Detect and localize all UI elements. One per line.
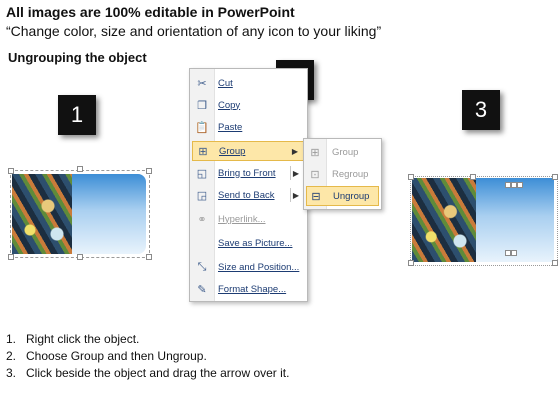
menu-item-format-shape[interactable]: ✎ Format Shape... [192,279,305,299]
paste-icon: 📋 [195,121,209,134]
menu-item-label: Format Shape... [218,283,287,295]
menu-item-size-and-position[interactable]: ⤡ Size and Position... [192,257,305,277]
format-shape-icon: ✎ [197,283,207,296]
menu-item-send-to-back[interactable]: ◲ Send to Back ▶ [192,185,305,205]
menu-item-label: Save as Picture... [218,237,293,249]
step-number: 3. [6,366,17,380]
step-text: Click beside the object and drag the arr… [26,366,290,380]
menu-item-copy[interactable]: ❐ Copy [192,95,305,115]
group-submenu: ⊞ Group ⊡ Regroup ⊟ Ungroup [303,138,382,210]
list-item: 3. Click beside the object and drag the … [6,365,289,382]
selection-handle[interactable] [77,254,83,260]
selection-handle[interactable] [470,174,476,180]
menu-item-bring-to-front[interactable]: ◱ Bring to Front ▶ [192,163,305,183]
selection-handle[interactable] [517,182,523,188]
menu-item-save-as-picture[interactable]: Save as Picture... [192,233,305,253]
send-to-back-icon: ◲ [196,189,208,202]
selection-handle[interactable] [146,168,152,174]
selection-box [10,170,150,258]
menu-item-label: Size and Position... [218,261,300,273]
step-number: 1. [6,332,17,346]
ungroup-icon: ⊟ [311,190,321,203]
submenu-arrow-icon[interactable]: ▶ [293,169,299,178]
menu-item-label: Paste [218,121,243,133]
list-item: 1. Right click the object. [6,331,289,348]
submenu-arrow-icon[interactable]: ▶ [293,191,299,200]
selection-handle[interactable] [552,174,558,180]
copy-icon: ❐ [197,99,207,112]
menu-item-paste[interactable]: 📋 Paste [192,117,305,137]
section-title: Ungrouping the object [8,50,147,65]
submenu-item-regroup[interactable]: ⊡ Regroup [306,164,379,184]
menu-item-label: Group [219,145,246,157]
subtitle: “Change color, size and orientation of a… [6,23,382,39]
step-badge-1: 1 [58,95,96,135]
submenu-item-label: Regroup [332,168,369,180]
headline: All images are 100% editable in PowerPoi… [6,4,295,20]
menu-item-hyperlink[interactable]: ⚭ Hyperlink... [192,209,305,229]
selection-handle[interactable] [511,250,517,256]
regroup-icon: ⊡ [310,168,320,181]
step-badge-3: 3 [462,90,500,130]
ungrouped-selection-box [410,176,558,266]
submenu-item-ungroup[interactable]: ⊟ Ungroup [306,186,379,206]
menu-item-cut[interactable]: ✂ Cut [192,73,305,93]
list-item: 2. Choose Group and then Ungroup. [6,348,289,365]
selection-handle[interactable] [552,260,558,266]
selection-handle[interactable] [8,168,14,174]
group-icon: ⊞ [310,146,320,159]
menu-item-label: Hyperlink... [218,213,266,225]
selection-handle[interactable] [8,254,14,260]
rotation-handle[interactable] [77,166,83,172]
step-text: Right click the object. [26,332,140,346]
step-number: 2. [6,349,17,363]
group-icon: ⊞ [198,145,208,158]
submenu-item-group[interactable]: ⊞ Group [306,142,379,162]
instruction-steps: 1. Right click the object. 2. Choose Gro… [6,331,289,382]
submenu-arrow-icon: ▶ [291,146,298,156]
bring-to-front-icon: ◱ [196,167,208,180]
selection-handle[interactable] [408,260,414,266]
menu-item-group[interactable]: ⊞ Group ▶ [192,141,305,161]
size-position-icon: ⤡ [197,260,207,273]
menu-item-label: Bring to Front [218,167,276,179]
selection-handle[interactable] [408,174,414,180]
scissors-icon: ✂ [197,77,207,90]
selection-handle[interactable] [146,254,152,260]
submenu-item-label: Group [332,146,359,158]
menu-item-label: Cut [218,77,233,89]
step-text: Choose Group and then Ungroup. [26,349,207,363]
menu-item-label: Send to Back [218,189,275,201]
context-menu: ✂ Cut ❐ Copy 📋 Paste ⊞ Group ▶ ◱ Bring t… [189,68,308,302]
menu-item-label: Copy [218,99,241,111]
hyperlink-icon: ⚭ [197,213,207,226]
submenu-item-label: Ungroup [333,190,370,202]
